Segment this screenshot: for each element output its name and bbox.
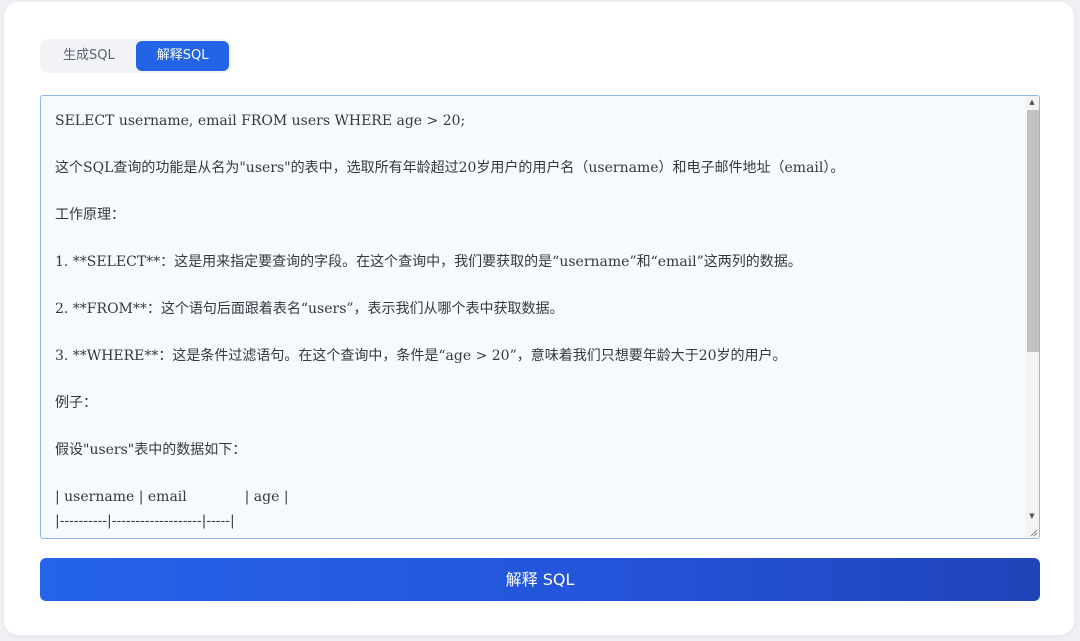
editor-line: SELECT username, email FROM users WHERE … xyxy=(55,113,466,129)
tab-generate-sql[interactable]: 生成SQL xyxy=(42,41,136,71)
editor-line: 假设"users"表中的数据如下： xyxy=(55,442,247,458)
editor-line: 例子： xyxy=(55,395,97,411)
editor-line: 1. **SELECT**：这是用来指定要查询的字段。在这个查询中，我们要获取的… xyxy=(55,254,802,270)
editor-content: SELECT username, email FROM users WHERE … xyxy=(55,110,1011,538)
editor-line: 2. **FROM**：这个语句后面跟着表名“users”，表示我们从哪个表中获… xyxy=(55,301,564,317)
scroll-down-arrow-icon[interactable]: ▼ xyxy=(1025,510,1039,522)
mode-tabs: 生成SQL 解释SQL xyxy=(40,39,232,73)
resize-grip-icon[interactable] xyxy=(1028,527,1038,537)
editor-line: |----------|-------------------|-----| xyxy=(55,512,235,529)
tab-explain-sql[interactable]: 解释SQL xyxy=(135,41,230,71)
vertical-scrollbar[interactable]: ▲ ▼ xyxy=(1025,96,1039,538)
explain-sql-button[interactable]: 解释 SQL xyxy=(40,558,1040,601)
editor-line: 3. **WHERE**：这是条件过滤语句。在这个查询中，条件是“age > 2… xyxy=(55,348,787,364)
editor-line: 这个SQL查询的功能是从名为"users"的表中，选取所有年龄超过20岁用户的用… xyxy=(55,160,845,176)
sql-explanation-textarea[interactable]: SELECT username, email FROM users WHERE … xyxy=(40,95,1040,539)
scroll-up-arrow-icon[interactable]: ▲ xyxy=(1025,96,1039,108)
editor-line: 工作原理： xyxy=(55,207,125,223)
main-card: 生成SQL 解释SQL SELECT username, email FROM … xyxy=(4,2,1074,635)
editor-line: | username | email | age | xyxy=(55,489,289,505)
scrollbar-thumb[interactable] xyxy=(1027,110,1039,352)
